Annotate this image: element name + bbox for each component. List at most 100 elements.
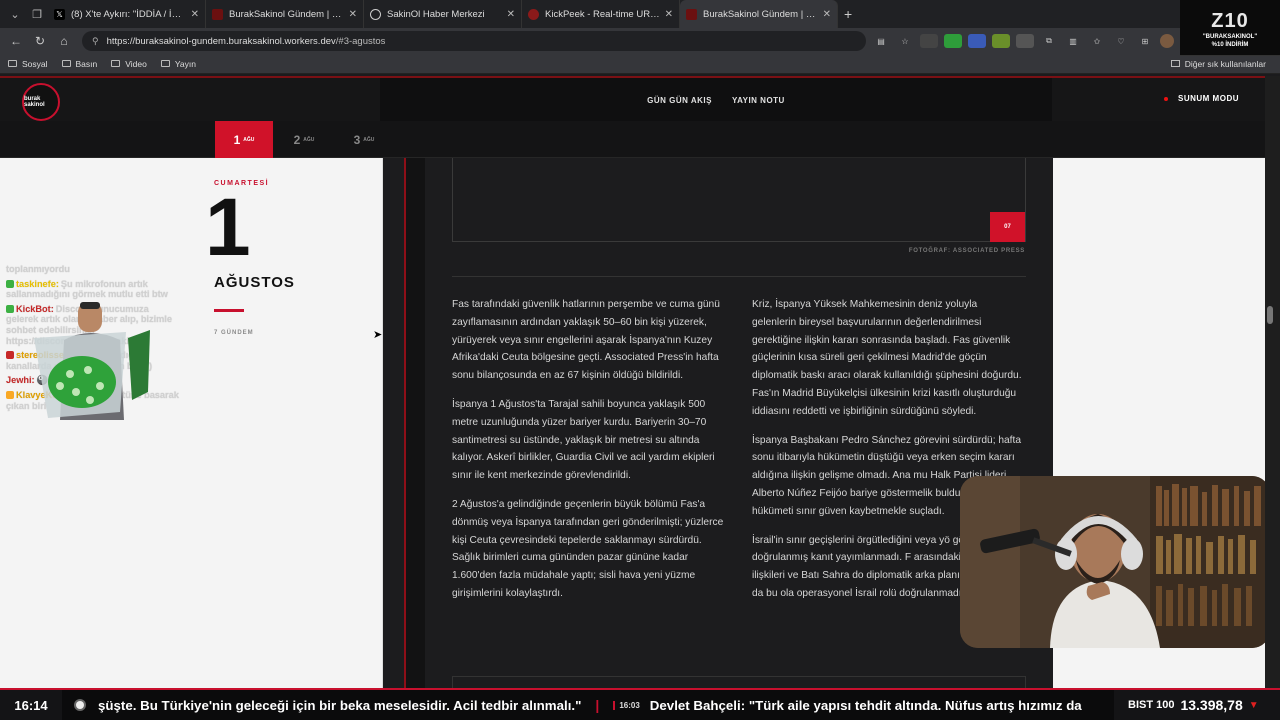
workspaces-icon[interactable]: ❐: [26, 3, 48, 25]
record-dot-icon: [1164, 96, 1168, 101]
bookmark-folder-sosyal[interactable]: Sosyal: [8, 59, 48, 69]
new-tab-icon[interactable]: +: [844, 6, 852, 22]
news-ticker: 16:14 şüşte. Bu Türkiye'nin geleceği içi…: [0, 688, 1280, 720]
timeline-gutter: [406, 158, 425, 688]
site-info-icon[interactable]: ⚲: [92, 36, 99, 47]
scrollbar-thumb[interactable]: [1267, 306, 1273, 324]
browser-tab-active[interactable]: BurakSakinol Gündem | Son 3 Gün ✕: [680, 0, 838, 28]
url-path: /#3-agustos: [335, 35, 386, 47]
folder-icon: [111, 60, 121, 67]
section-divider: [452, 276, 1026, 277]
day-tab-1[interactable]: 1 AĞU: [215, 121, 273, 158]
close-tab-icon[interactable]: ✕: [191, 9, 199, 20]
reload-icon[interactable]: ↻: [28, 34, 52, 48]
tab-title: (8) X'te Aykırı: "İDDİA / İYİ Parti'de: [71, 8, 187, 20]
bookmark-folder-yayin[interactable]: Yayın: [160, 59, 196, 69]
streamer-webcam: [960, 476, 1270, 648]
reader-view-icon[interactable]: ▤: [872, 34, 890, 48]
browser-tab[interactable]: 𝕏 (8) X'te Aykırı: "İDDİA / İYİ Parti'de…: [48, 0, 206, 28]
back-icon[interactable]: ←: [4, 34, 28, 48]
sponsor-overlay: Z10 "BURAKSAKINOL" %10 İNDİRİM: [1180, 0, 1280, 56]
article-column-left: Fas tarafındaki güvenlik hatlarının perş…: [452, 296, 724, 614]
kickpeek-favicon: [528, 8, 539, 20]
ticker-headline-time: 16:03: [613, 700, 640, 710]
browser-toolbar: ← ↻ ⌂ ⚲ https://buraksakinol-gundem.bura…: [0, 28, 1280, 54]
user-badge-icon: [6, 351, 14, 360]
extension-icon[interactable]: [992, 34, 1010, 48]
site-logo-text: burak sakinol: [24, 96, 45, 108]
address-bar[interactable]: ⚲ https://buraksakinol-gundem.buraksakin…: [82, 31, 866, 51]
tab-title: SakinOl Haber Merkezi: [387, 8, 485, 20]
profile-avatar[interactable]: [1160, 34, 1174, 48]
mouse-cursor-icon: ➤: [373, 329, 383, 341]
site-logo[interactable]: burak sakinol: [22, 83, 60, 121]
day-tab-2[interactable]: 2 AĞU: [275, 121, 333, 158]
favorite-star-icon[interactable]: ☆: [896, 34, 914, 48]
page-scrollbar[interactable]: [1265, 76, 1280, 688]
next-article-card[interactable]: [452, 676, 1026, 688]
tab-title: BurakSakinol Gündem | Son 3 Gün: [703, 8, 819, 20]
day-tab-month: AĞU: [303, 136, 315, 143]
presentation-mode-button[interactable]: SUNUM MODU: [1164, 94, 1239, 103]
extension-icon[interactable]: [968, 34, 986, 48]
photo-index-badge: 07: [990, 212, 1025, 242]
agenda-count: 7 GÜNDEM: [214, 330, 254, 336]
nav-broadcast-note[interactable]: YAYIN NOTU: [732, 96, 785, 105]
extension-icon[interactable]: [1016, 34, 1034, 48]
x-logo-icon: 𝕏: [54, 8, 65, 20]
day-selector: 1 AĞU 2 AĞU 3 AĞU: [0, 121, 1265, 158]
streamer-sticker-image: [34, 302, 150, 420]
folder-icon: [61, 60, 71, 67]
globe-icon: [370, 8, 381, 20]
tab-list-dropdown-icon[interactable]: ⌄: [4, 3, 26, 25]
day-tab-number: 1: [233, 132, 241, 147]
article-paragraph: Fas tarafındaki güvenlik hatlarının perş…: [452, 299, 720, 382]
close-tab-icon[interactable]: ✕: [823, 9, 831, 20]
browser-tab[interactable]: KickPeek - Real-time URL Crawler ✕: [522, 0, 680, 28]
stock-index-value: 13.398,78: [1180, 697, 1243, 713]
close-tab-icon[interactable]: ✕: [349, 9, 357, 20]
bookmark-label: Video: [125, 58, 147, 69]
article-paragraph: 2 Ağustos'a gelindiğinde geçenlerin büyü…: [452, 498, 724, 599]
ticker-clock: 16:14: [0, 690, 62, 720]
collections-icon[interactable]: ⊞: [1136, 34, 1154, 48]
site-favicon: [686, 8, 697, 20]
extensions-puzzle-icon[interactable]: ⧉: [1040, 34, 1058, 48]
nav-daily-flow[interactable]: GÜN GÜN AKIŞ: [647, 96, 712, 105]
site-header: burak sakinol GÜN GÜN AKIŞ YAYIN NOTU SU…: [0, 76, 1265, 123]
article-photo[interactable]: [452, 158, 1026, 242]
accent-divider: [214, 309, 244, 312]
other-bookmarks[interactable]: Diğer sık kullanılanlar: [1170, 59, 1266, 69]
extension-icon[interactable]: [920, 34, 938, 48]
bookmark-folder-basin[interactable]: Basın: [61, 58, 98, 69]
article-paragraph: Kriz, İspanya Yüksek Mahkemesinin deniz …: [752, 299, 1022, 417]
photo-credit: FOTOĞRAF: ASSOCIATED PRESS: [908, 248, 1025, 254]
site-nav: GÜN GÜN AKIŞ YAYIN NOTU: [380, 78, 1052, 123]
month-label: AĞUSTOS: [214, 274, 295, 291]
extension-icon[interactable]: [944, 34, 962, 48]
home-icon[interactable]: ⌂: [52, 34, 76, 48]
day-tab-3[interactable]: 3 AĞU: [335, 121, 393, 158]
bookmark-label: Sosyal: [22, 58, 48, 69]
folder-icon: [8, 60, 17, 67]
close-tab-icon[interactable]: ✕: [665, 9, 673, 20]
bookmark-folder-video[interactable]: Video: [111, 59, 147, 69]
stock-index-label: BIST 100: [1128, 699, 1175, 711]
sponsor-discount: %10 İNDİRİM: [1211, 42, 1249, 48]
folder-icon: [160, 60, 170, 67]
ticker-headline: Devlet Bahçeli: "Türk aile yapısı tehdit…: [649, 697, 1082, 713]
chat-text: toplanmıyordu: [6, 264, 70, 274]
browser-tab[interactable]: BurakSakinol Gündem | Son 3 Gün ✕: [206, 0, 364, 28]
day-tab-month: AĞU: [243, 136, 255, 143]
user-badge-icon: [6, 390, 14, 399]
close-tab-icon[interactable]: ✕: [507, 9, 515, 20]
browser-essentials-icon[interactable]: ♡: [1112, 34, 1130, 48]
presentation-mode-label: SUNUM MODU: [1178, 94, 1239, 103]
ticker-headlines: şüşte. Bu Türkiye'nin geleceği için bir …: [98, 690, 1114, 720]
ticker-separator: |: [595, 697, 600, 713]
tab-title: BurakSakinol Gündem | Son 3 Gün: [229, 8, 345, 20]
bookmark-label: Basın: [75, 58, 98, 69]
browser-tab[interactable]: SakinOl Haber Merkezi ✕: [364, 0, 522, 28]
favorites-icon[interactable]: ✩: [1088, 34, 1106, 48]
split-screen-icon[interactable]: ▥: [1064, 34, 1082, 48]
